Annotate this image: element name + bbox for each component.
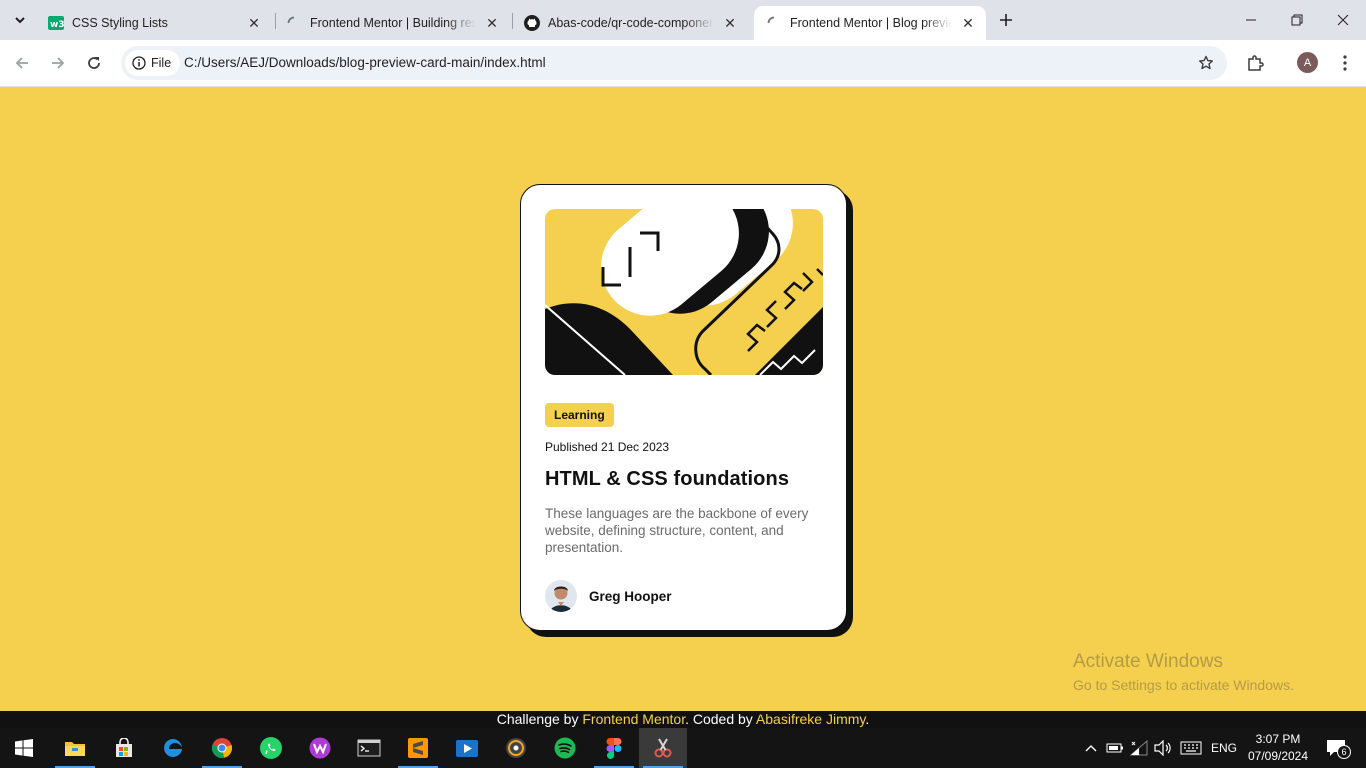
tab-frontend-mentor-building[interactable]: Frontend Mentor | Building resp ✕ [274,6,510,40]
tab-search-button[interactable] [6,6,34,34]
system-clock[interactable]: 3:07 PM 07/09/2024 [1244,731,1312,765]
watermark-subtitle: Go to Settings to activate Windows. [1073,677,1294,693]
spotify-icon[interactable] [541,728,589,768]
close-icon[interactable]: ✕ [482,13,502,33]
svg-text:w3: w3 [50,20,64,30]
sublime-text-icon[interactable] [394,728,442,768]
tab-title: Abas-code/qr-code-componen [548,16,714,30]
card-heading[interactable]: HTML & CSS foundations [545,468,822,491]
snipping-tool-icon[interactable] [639,728,687,768]
attribution-prefix: Challenge by [496,711,583,727]
keyboard-icon[interactable] [1178,728,1204,768]
browser-toolbar: File C:/Users/AEJ/Downloads/blog-preview… [0,40,1366,87]
loading-icon [766,15,782,31]
site-info-label: File [151,56,172,70]
close-icon[interactable]: ✕ [244,13,264,33]
tab-title: Frontend Mentor | Blog preview [790,16,952,30]
tab-strip: w3 CSS Styling Lists ✕ Frontend Mentor |… [0,0,1366,40]
music-app-icon[interactable] [492,728,540,768]
notification-count: 6 [1337,745,1351,759]
edge-icon[interactable] [149,728,197,768]
figma-icon[interactable] [590,728,638,768]
tab-github-qr-code[interactable]: Abas-code/qr-code-componen ✕ [512,6,748,40]
close-icon[interactable]: ✕ [720,13,740,33]
extensions-icon[interactable] [1243,51,1267,75]
attribution-suffix: . [865,711,870,727]
store-icon[interactable] [100,728,148,768]
author-row: Greg Hooper [545,580,822,612]
menu-kebab-icon[interactable] [1333,51,1357,75]
attribution-middle: . Coded by [685,711,756,727]
blog-preview-card: Learning Published 21 Dec 2023 HTML & CS… [520,184,847,631]
url-text[interactable]: C:/Users/AEJ/Downloads/blog-preview-card… [184,55,546,70]
reload-button[interactable] [82,51,106,75]
tab-title: Frontend Mentor | Building resp [310,16,476,30]
author-name: Greg Hooper [589,588,672,604]
chevron-down-icon [15,17,25,24]
close-icon[interactable]: ✕ [958,13,978,33]
w3schools-icon: w3 [48,15,64,31]
clock-date: 07/09/2024 [1247,749,1309,763]
new-tab-button[interactable] [994,8,1018,32]
hero-illustration [545,209,823,375]
bookmark-star-icon[interactable] [1197,54,1215,72]
category-tag: Learning [545,403,614,427]
terminal-icon[interactable] [345,728,393,768]
chevron-up-icon[interactable] [1080,728,1102,768]
plus-icon [1000,14,1012,26]
github-icon [524,15,540,31]
volume-icon[interactable] [1152,728,1174,768]
file-explorer-icon[interactable] [51,728,99,768]
battery-icon[interactable] [1104,728,1126,768]
tab-frontend-mentor-blog-preview[interactable]: Frontend Mentor | Blog preview ✕ [754,6,986,40]
author-link[interactable]: Abasifreke Jimmy [756,711,865,727]
profile-avatar[interactable]: A [1297,52,1318,73]
back-button[interactable] [10,51,34,75]
notification-center-button[interactable]: 6 [1320,728,1352,768]
start-icon[interactable] [0,728,48,768]
back-arrow-icon [15,57,28,69]
wps-office-icon[interactable] [296,728,344,768]
windows-taskbar: ENG 3:07 PM 07/09/2024 6 [0,728,1366,768]
clock-time: 3:07 PM [1255,732,1301,746]
card-description: These languages are the backbone of ever… [545,506,809,555]
forward-button[interactable] [46,51,70,75]
frontend-mentor-link[interactable]: Frontend Mentor [582,711,685,727]
restore-icon [1291,14,1303,26]
published-date: Published 21 Dec 2023 [545,440,670,454]
wifi-icon[interactable] [1128,728,1150,768]
minimize-icon [1246,19,1256,21]
close-window-button[interactable] [1320,0,1366,40]
language-indicator[interactable]: ENG [1206,728,1242,768]
whatsapp-icon[interactable] [247,728,295,768]
tab-title: CSS Styling Lists [72,16,168,30]
minimize-button[interactable] [1228,0,1274,40]
restore-button[interactable] [1274,0,1320,40]
reload-icon [88,57,100,69]
attribution-footer: Challenge by Frontend Mentor. Coded by A… [0,711,1366,728]
address-bar[interactable]: File C:/Users/AEJ/Downloads/blog-preview… [121,46,1227,80]
forward-arrow-icon [52,57,65,69]
activate-windows-watermark: Activate Windows Go to Settings to activ… [1073,651,1294,693]
watermark-title: Activate Windows [1073,651,1223,672]
author-avatar [545,580,577,612]
info-icon [132,56,146,70]
close-icon [1337,14,1349,26]
tab-css-styling-lists[interactable]: w3 CSS Styling Lists ✕ [36,6,272,40]
chrome-icon[interactable] [198,728,246,768]
media-player-icon[interactable] [443,728,491,768]
loading-icon [286,15,302,31]
site-info-chip[interactable]: File [125,50,181,76]
